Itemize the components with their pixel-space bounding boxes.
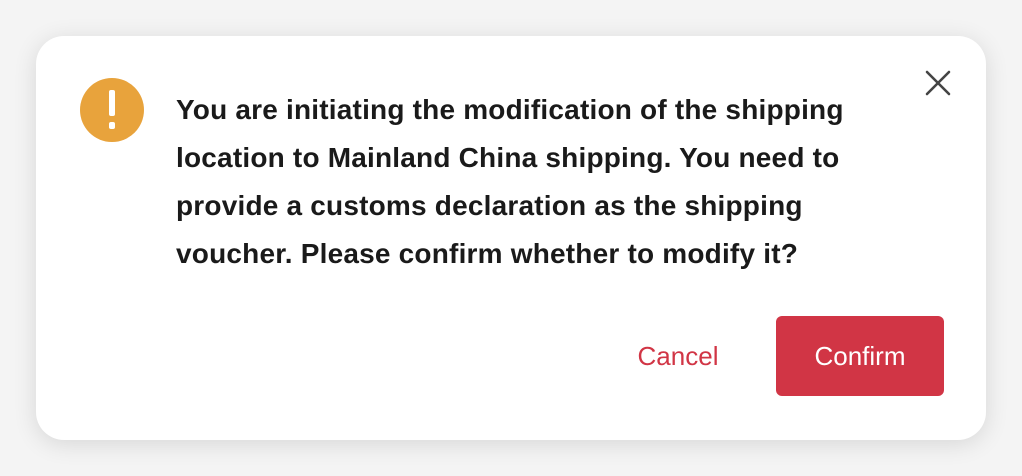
cancel-button[interactable]: Cancel: [608, 316, 748, 396]
close-button[interactable]: [921, 66, 955, 100]
confirm-button[interactable]: Confirm: [776, 316, 944, 396]
dialog-message: You are initiating the modification of t…: [176, 94, 844, 269]
warning-icon: [80, 78, 144, 142]
confirmation-dialog: You are initiating the modification of t…: [36, 36, 986, 440]
close-icon: [925, 70, 951, 96]
